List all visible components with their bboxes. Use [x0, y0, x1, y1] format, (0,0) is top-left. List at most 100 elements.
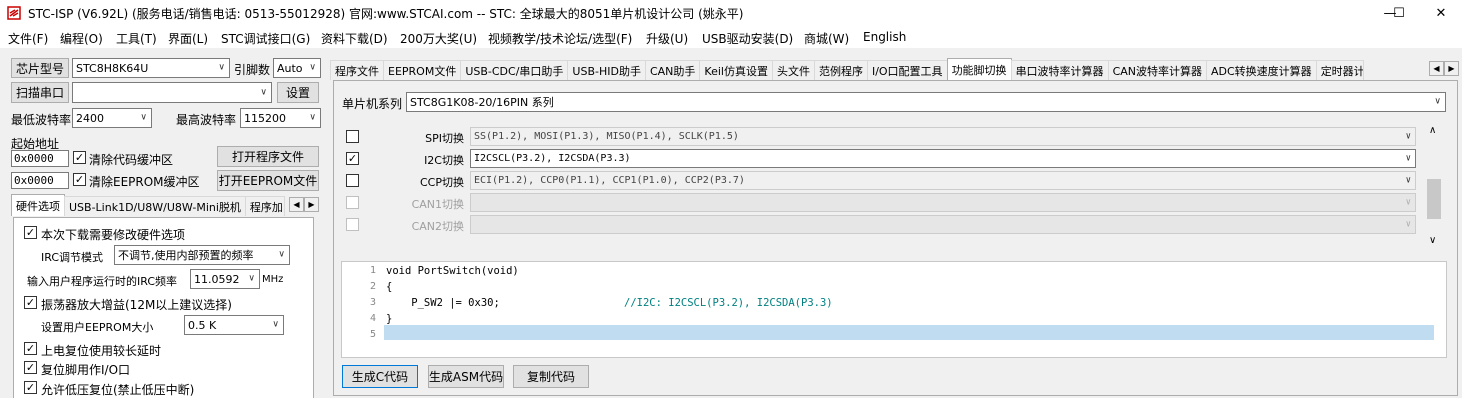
right-tab[interactable]: EEPROM文件 [383, 60, 462, 80]
low-volt-reset-checkbox[interactable]: ✓ [24, 381, 37, 394]
generate-c-code-button[interactable]: 生成C代码 [342, 365, 418, 388]
switch-select[interactable]: ECI(P1.2), CCP0(P1.1), CCP1(P1.0), CCP2(… [470, 171, 1416, 190]
maximize-button[interactable]: ☐ [1376, 0, 1422, 26]
irc-freq-value: 11.0592 [194, 272, 240, 286]
chip-model-value: STC8H8K64U [76, 61, 149, 75]
osc-gain-checkbox[interactable]: ✓ [24, 296, 37, 309]
min-baud-select[interactable]: 2400 ∨ [72, 108, 152, 128]
right-tab[interactable]: Keil仿真设置 [699, 60, 773, 80]
scroll-left-icon[interactable]: ◀ [289, 197, 304, 212]
generate-asm-code-button[interactable]: 生成ASM代码 [428, 365, 504, 388]
irc-freq-label: 输入用户程序运行时的IRC频率 [27, 275, 178, 288]
irc-mode-select[interactable]: 不调节,使用内部预置的频率 ∨ [114, 245, 290, 265]
menu-item[interactable]: 资料下载(D) [321, 30, 388, 47]
switch-checkbox[interactable] [346, 130, 359, 143]
right-tab[interactable]: 串口波特率计算器 [1010, 60, 1109, 80]
scrollbar-thumb[interactable] [1427, 179, 1441, 219]
eeprom-size-value: 0.5 K [188, 318, 217, 332]
current-line-highlight [384, 325, 1434, 340]
open-eeprom-file-button[interactable]: 打开EEPROM文件 [217, 170, 319, 191]
menu-item[interactable]: 商城(W) [804, 30, 849, 47]
switch-list: SPI切换 SS(P1.2), MOSI(P1.3), MISO(P1.4), S… [336, 119, 1442, 253]
reset-pin-checkbox[interactable]: ✓ [24, 361, 37, 374]
code-editor[interactable]: 1 void PortSwitch(void) 2 {3 P_SW2 |= 0x30;… [341, 261, 1447, 358]
scroll-down-icon[interactable]: ∨ [1429, 235, 1436, 246]
port-select[interactable]: ∨ [72, 82, 272, 103]
address2-input[interactable]: 0x0000 [11, 172, 69, 189]
right-tab[interactable]: I/O口配置工具 [866, 60, 948, 80]
switch-list-scrollbar[interactable]: ∧ ∨ [1426, 123, 1442, 251]
menu-item[interactable]: USB驱动安装(D) [702, 30, 793, 47]
address1-input[interactable]: 0x0000 [11, 150, 69, 167]
scroll-right-icon[interactable]: ▶ [304, 197, 319, 212]
left-tab[interactable]: 硬件选项 [11, 194, 65, 216]
menu-item[interactable]: STC调试接口(G) [221, 30, 310, 47]
clear-code-checkbox[interactable]: ✓ [73, 151, 86, 164]
switch-value: I2CSCL(P3.2), I2CSDA(P3.3) [474, 153, 631, 164]
right-tab[interactable]: CAN波特率计算器 [1107, 60, 1207, 80]
right-tab[interactable]: ADC转换速度计算器 [1206, 60, 1317, 80]
scroll-up-icon[interactable]: ∧ [1429, 125, 1436, 136]
power-reset-checkbox[interactable]: ✓ [24, 342, 37, 355]
series-value: STC8G1K08-20/16PIN 系列 [410, 96, 554, 109]
menu-item[interactable]: 编程(O) [60, 30, 103, 47]
right-tab[interactable]: USB-HID助手 [567, 60, 646, 80]
modify-hw-checkbox[interactable]: ✓ [24, 226, 37, 239]
copy-code-button[interactable]: 复制代码 [513, 365, 589, 388]
menu-item[interactable]: English [863, 30, 906, 44]
switch-select[interactable]: I2CSCL(P3.2), I2CSDA(P3.3) ∨ [470, 149, 1416, 168]
eeprom-size-select[interactable]: 0.5 K ∨ [184, 315, 284, 335]
max-baud-label: 最高波特率 [176, 113, 237, 127]
hardware-options-panel: ✓ 本次下载需要修改硬件选项 IRC调节模式 不调节,使用内部预置的频率 ∨ 输… [13, 217, 314, 398]
switch-checkbox[interactable] [346, 218, 359, 231]
chip-model-select[interactable]: STC8H8K64U ∨ [72, 58, 230, 78]
left-tab[interactable]: 程序加 [244, 196, 285, 216]
clear-eeprom-label: 清除EEPROM缓冲区 [89, 175, 200, 189]
menu-item[interactable]: 工具(T) [116, 30, 157, 47]
chevron-down-icon: ∨ [1405, 219, 1411, 229]
close-button[interactable]: ✕ [1420, 0, 1462, 26]
code-line: P_SW2 |= 0x30; [386, 297, 500, 309]
chevron-down-icon: ∨ [1405, 197, 1411, 207]
port-switch-panel: 单片机系列 STC8G1K08-20/16PIN 系列 ∨ SPI切换 SS(P1… [333, 80, 1458, 396]
switch-label: CAN2切换 [411, 220, 464, 233]
switch-checkbox[interactable] [346, 196, 359, 209]
switch-select[interactable]: ∨ [470, 193, 1416, 212]
power-reset-label: 上电复位使用较长延时 [41, 344, 162, 358]
right-tab[interactable]: 范例程序 [813, 60, 868, 80]
series-select[interactable]: STC8G1K08-20/16PIN 系列 ∨ [406, 92, 1446, 112]
menu-item[interactable]: 升级(U) [646, 30, 688, 47]
switch-select[interactable]: SS(P1.2), MOSI(P1.3), MISO(P1.4), SCLK(P… [470, 127, 1416, 146]
right-tab[interactable]: CAN助手 [644, 60, 701, 80]
app-logo-icon [7, 6, 21, 20]
max-baud-select[interactable]: 115200 ∨ [240, 108, 321, 128]
menu-item[interactable]: 界面(L) [168, 30, 208, 47]
right-tab[interactable]: 程序文件 [330, 60, 384, 80]
switch-select[interactable]: ∨ [470, 215, 1416, 234]
scan-port-button[interactable]: 扫描串口 [11, 82, 69, 103]
right-tab[interactable]: 定时器计 [1315, 60, 1364, 80]
code-line: } [386, 313, 393, 325]
scroll-right-icon[interactable]: ▶ [1444, 61, 1459, 76]
left-tab-bar: 硬件选项 USB-Link1D/U8W/U8W-Mini脱机 程序加 [11, 194, 285, 216]
scroll-left-icon[interactable]: ◀ [1429, 61, 1444, 76]
right-tab[interactable]: USB-CDC/串口助手 [460, 60, 569, 80]
menu-item[interactable]: 文件(F) [8, 30, 48, 47]
switch-checkbox[interactable]: ✓ [346, 152, 359, 165]
right-tab[interactable]: 功能脚切换 [946, 58, 1012, 80]
eeprom-size-label: 设置用户EEPROM大小 [41, 321, 154, 334]
left-tab[interactable]: USB-Link1D/U8W/U8W-Mini脱机 [64, 196, 246, 216]
line-number: 1 [369, 265, 376, 276]
menu-item[interactable]: 视频教学/技术论坛/选型(F) [488, 30, 632, 47]
pin-count-select[interactable]: Auto ∨ [273, 58, 321, 78]
settings-button[interactable]: 设置 [277, 82, 319, 103]
right-tab[interactable]: 头文件 [771, 60, 815, 80]
irc-freq-select[interactable]: 11.0592 ∨ [190, 269, 260, 289]
menu-item[interactable]: 200万大奖(U) [400, 30, 477, 47]
chevron-down-icon: ∨ [278, 249, 285, 260]
switch-label: CAN1切换 [411, 198, 464, 211]
chevron-down-icon: ∨ [272, 319, 279, 330]
open-program-file-button[interactable]: 打开程序文件 [217, 146, 319, 167]
clear-eeprom-checkbox[interactable]: ✓ [73, 173, 86, 186]
switch-checkbox[interactable] [346, 174, 359, 187]
